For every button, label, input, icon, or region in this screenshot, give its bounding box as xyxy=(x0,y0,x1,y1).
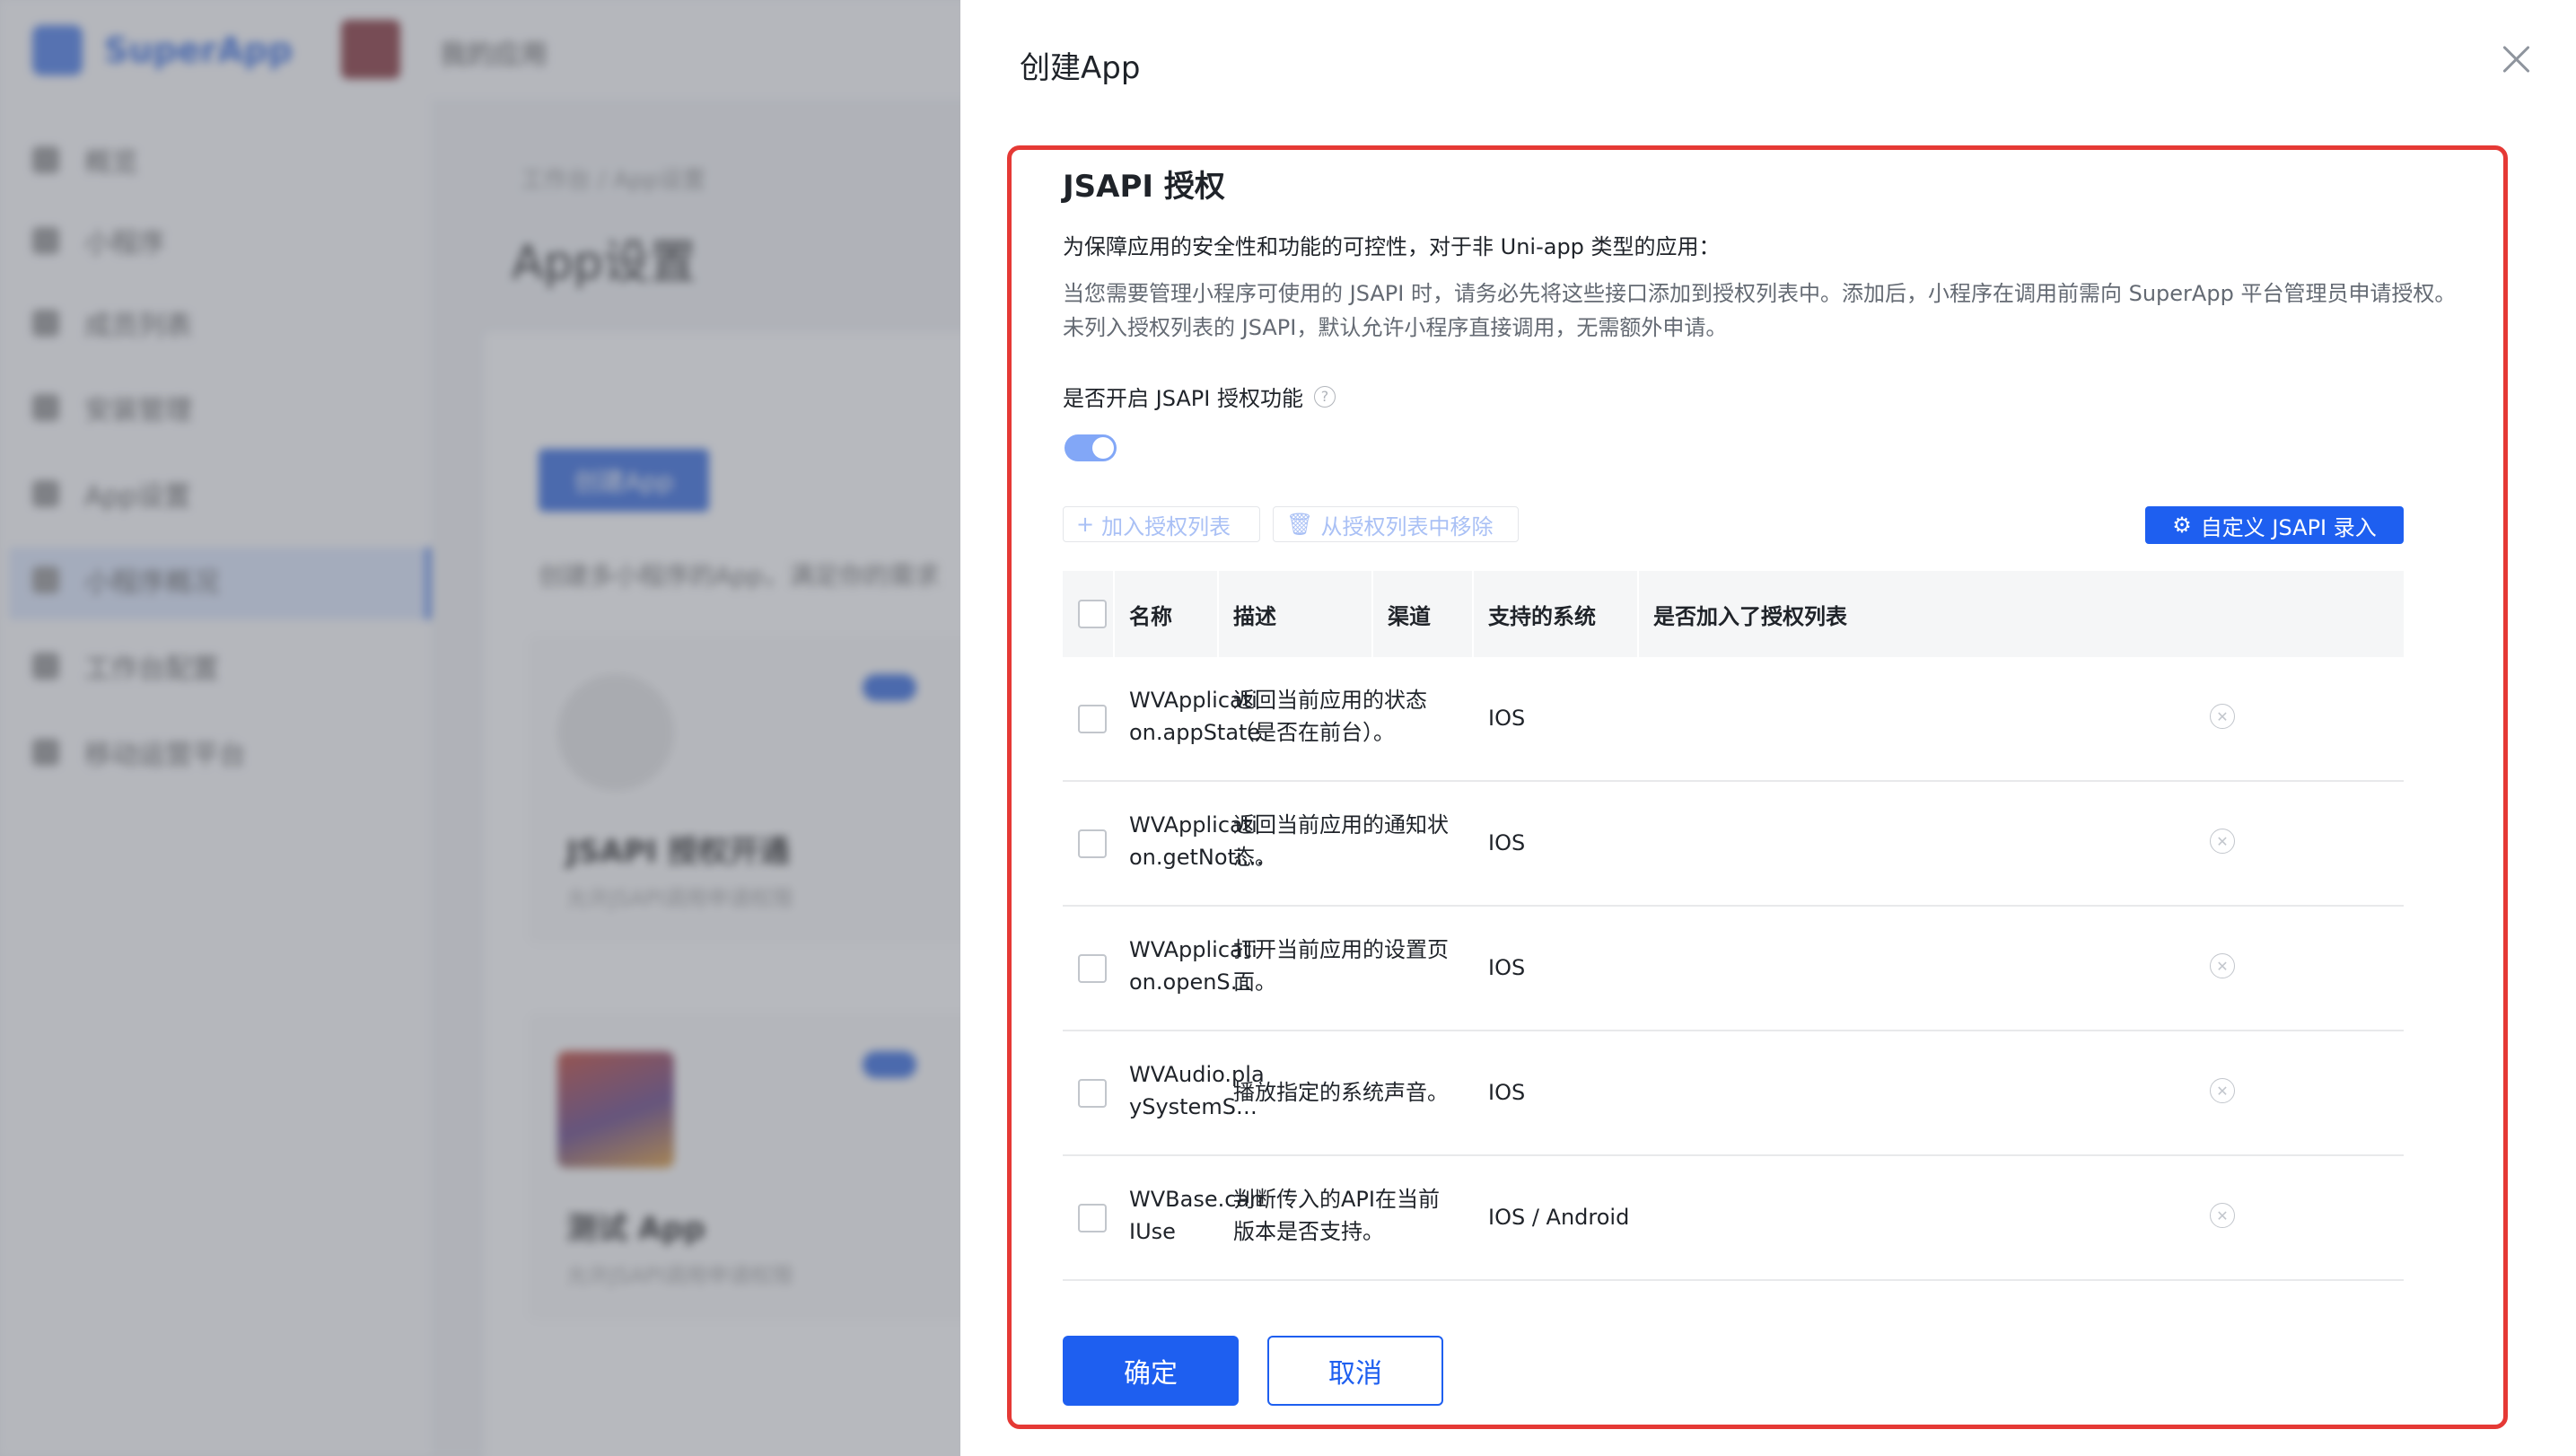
table-header: 名称 描述 渠道 支持的系统 是否加入了授权列表 xyxy=(1063,571,2404,657)
row-checkbox[interactable] xyxy=(1078,954,1107,983)
switch-label: 是否开启 JSAPI 授权功能 ? xyxy=(1063,381,1336,412)
add-to-list-button[interactable]: + 加入授权列表 xyxy=(1063,506,1260,542)
row-desc-line: 面。 xyxy=(1233,969,1276,995)
remove-from-list-label: 从授权列表中移除 xyxy=(1320,513,1494,539)
header-separator xyxy=(1637,571,1639,657)
header-system: 支持的系统 xyxy=(1488,603,1596,629)
row-desc: 返回当前应用的状态 （是否在前台）。 xyxy=(1233,684,1427,749)
row-desc-line: 打开当前应用的设置页 xyxy=(1233,937,1449,962)
row-system: IOS xyxy=(1488,706,1526,731)
row-checkbox[interactable] xyxy=(1078,1079,1107,1108)
header-channel: 渠道 xyxy=(1388,603,1431,629)
row-desc-line: 判断传入的API在当前 xyxy=(1233,1187,1440,1212)
row-desc-line: 版本是否支持。 xyxy=(1233,1219,1384,1244)
remove-from-list-button[interactable]: 🗑 从授权列表中移除 xyxy=(1273,506,1519,542)
row-system: IOS / Android xyxy=(1488,1205,1630,1230)
drawer-title: 创建App xyxy=(1020,50,1141,86)
row-checkbox[interactable] xyxy=(1078,705,1107,733)
background-app: SuperApp 我的应用 概览 小程序 成员列表 安装管理 App设置 小程序… xyxy=(0,0,960,1456)
jsapi-auth-switch[interactable] xyxy=(1065,434,1117,461)
row-checkbox[interactable] xyxy=(1078,829,1107,858)
intro-description: 当您需要管理小程序可使用的 JSAPI 时，请务必先将这些接口添加到授权列表中。… xyxy=(1063,281,2457,340)
switch-label-text: 是否开启 JSAPI 授权功能 xyxy=(1063,386,1303,411)
row-desc-line: 态。 xyxy=(1233,845,1276,870)
select-all-checkbox[interactable] xyxy=(1078,600,1107,628)
jsapi-table: 名称 描述 渠道 支持的系统 是否加入了授权列表 WVApplicati on.a… xyxy=(1063,571,2404,1281)
not-in-list-icon: ✕ xyxy=(2210,953,2235,978)
help-icon[interactable]: ? xyxy=(1313,385,1336,408)
not-in-list-icon: ✕ xyxy=(2210,1078,2235,1103)
row-system: IOS xyxy=(1488,830,1526,855)
row-system: IOS xyxy=(1488,955,1526,980)
header-separator xyxy=(1371,571,1373,657)
table-row[interactable]: WVApplicati on.appState 返回当前应用的状态 （是否在前台）。… xyxy=(1063,657,2404,782)
not-in-list-icon: ✕ xyxy=(2210,1203,2235,1228)
row-desc: 播放指定的系统声音。 xyxy=(1233,1076,1449,1109)
confirm-button[interactable]: 确定 xyxy=(1063,1336,1239,1406)
row-desc: 判断传入的API在当前 版本是否支持。 xyxy=(1233,1183,1440,1248)
header-separator xyxy=(1113,571,1115,657)
header-name: 名称 xyxy=(1129,603,1172,629)
gear-icon: ⚙ xyxy=(2172,513,2192,538)
mask-overlay[interactable] xyxy=(0,0,960,1456)
row-desc-line: （是否在前台）。 xyxy=(1233,720,1395,745)
plus-icon: + xyxy=(1076,512,1095,537)
table-row[interactable]: WVApplicati on.getNoti… 返回当前应用的通知状 态。 IOS … xyxy=(1063,782,2404,907)
close-icon[interactable] xyxy=(2497,39,2537,79)
not-in-list-icon: ✕ xyxy=(2210,704,2235,729)
table-row[interactable]: WVAudio.pla ySystemS… 播放指定的系统声音。 IOS ✕ xyxy=(1063,1031,2404,1156)
add-to-list-label: 加入授权列表 xyxy=(1101,513,1231,539)
row-system: IOS xyxy=(1488,1080,1526,1105)
header-separator xyxy=(1472,571,1474,657)
trash-icon: 🗑 xyxy=(1286,512,1314,537)
cancel-button[interactable]: 取消 xyxy=(1267,1336,1443,1406)
row-desc-line: 播放指定的系统声音。 xyxy=(1233,1080,1449,1105)
intro-text: 为保障应用的安全性和功能的可控性，对于非 Uni-app 类型的应用： xyxy=(1063,234,1721,259)
row-desc-line: 返回当前应用的通知状 xyxy=(1233,812,1449,838)
create-app-drawer: 创建App JSAPI 授权 为保障应用的安全性和功能的可控性，对于非 Uni-… xyxy=(960,0,2576,1456)
section-title: JSAPI 授权 xyxy=(1063,169,1225,205)
row-checkbox[interactable] xyxy=(1078,1204,1107,1232)
table-row[interactable]: WVApplicati on.openS… 打开当前应用的设置页 面。 IOS ✕ xyxy=(1063,907,2404,1031)
custom-jsapi-label: 自定义 JSAPI 录入 xyxy=(2200,514,2377,540)
row-desc: 返回当前应用的通知状 态。 xyxy=(1233,809,1449,873)
header-in-list: 是否加入了授权列表 xyxy=(1653,603,1847,629)
table-row[interactable]: WVBase.can IUse 判断传入的API在当前 版本是否支持。 IOS / … xyxy=(1063,1156,2404,1281)
switch-knob xyxy=(1092,437,1114,459)
not-in-list-icon: ✕ xyxy=(2210,829,2235,854)
custom-jsapi-button[interactable]: ⚙ 自定义 JSAPI 录入 xyxy=(2145,506,2404,544)
row-desc: 打开当前应用的设置页 面。 xyxy=(1233,934,1449,998)
header-separator xyxy=(1217,571,1219,657)
header-desc: 描述 xyxy=(1233,603,1276,629)
row-desc-line: 返回当前应用的状态 xyxy=(1233,688,1427,713)
